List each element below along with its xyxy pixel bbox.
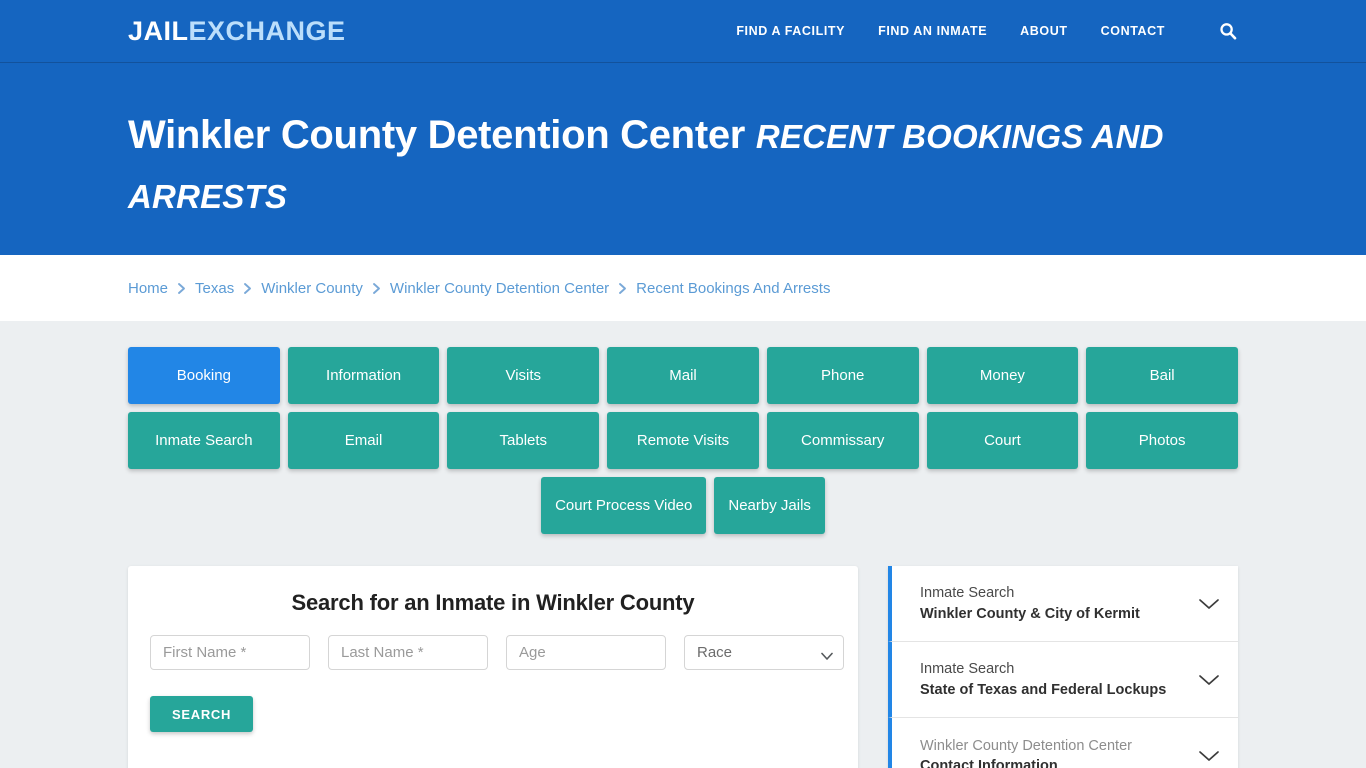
breadcrumb-separator-icon xyxy=(243,282,252,295)
site-logo[interactable]: JAILEXCHANGE xyxy=(128,16,346,47)
accordion-item-text: Inmate Search Winkler County & City of K… xyxy=(920,583,1188,624)
breadcrumb-item-facility[interactable]: Winkler County Detention Center xyxy=(390,280,609,297)
chevron-down-icon[interactable] xyxy=(1198,597,1220,611)
breadcrumb-bar: Home Texas Winkler County Winkler County… xyxy=(0,255,1366,321)
accordion-line-2: State of Texas and Federal Lockups xyxy=(920,681,1167,698)
accordion-line-2: Contact Information xyxy=(920,758,1058,768)
breadcrumb-item-winkler-county[interactable]: Winkler County xyxy=(261,280,363,297)
nav-item-find-an-inmate[interactable]: FIND AN INMATE xyxy=(878,24,987,38)
facility-tab-grid-row-3: Court Process Video Nearby Jails xyxy=(128,477,1238,534)
accordion-line-1: Inmate Search xyxy=(920,585,1015,601)
tab-remote-visits[interactable]: Remote Visits xyxy=(607,412,759,469)
nav-item-find-a-facility[interactable]: FIND A FACILITY xyxy=(736,24,845,38)
top-navigation-bar: JAILEXCHANGE FIND A FACILITY FIND AN INM… xyxy=(0,0,1366,63)
breadcrumb-item-current[interactable]: Recent Bookings And Arrests xyxy=(636,280,830,297)
tab-inmate-search[interactable]: Inmate Search xyxy=(128,412,280,469)
page-title: Winkler County Detention Center RECENT B… xyxy=(128,105,1238,225)
inmate-search-card: Search for an Inmate in Winkler County R… xyxy=(128,566,858,768)
content-columns: Search for an Inmate in Winkler County R… xyxy=(128,566,1238,768)
tab-tablets[interactable]: Tablets xyxy=(447,412,600,469)
inmate-search-heading: Search for an Inmate in Winkler County xyxy=(291,590,695,615)
race-select-wrapper: Race xyxy=(684,635,844,670)
accordion-line-1: Winkler County Detention Center xyxy=(920,737,1132,754)
breadcrumb: Home Texas Winkler County Winkler County… xyxy=(128,280,830,297)
page-body: Booking Information Visits Mail Phone Mo… xyxy=(0,321,1366,768)
first-name-input[interactable] xyxy=(150,635,310,670)
facility-tab-grid-row-2: Inmate Search Email Tablets Remote Visit… xyxy=(128,412,1238,469)
accordion-item-text: Winkler County Detention Center Contact … xyxy=(920,736,1188,768)
accordion-item-inmate-search-county[interactable]: Inmate Search Winkler County & City of K… xyxy=(888,566,1238,643)
logo-text-primary: JAIL xyxy=(128,15,189,46)
search-button[interactable]: SEARCH xyxy=(150,696,254,732)
accordion-item-text: Inmate Search State of Texas and Federal… xyxy=(920,659,1188,700)
tab-booking[interactable]: Booking xyxy=(128,347,280,404)
tab-photos[interactable]: Photos xyxy=(1086,412,1238,469)
race-select[interactable]: Race xyxy=(684,635,844,670)
search-icon[interactable] xyxy=(1218,21,1238,41)
tab-commissary[interactable]: Commissary xyxy=(766,412,919,469)
main-nav: FIND A FACILITY FIND AN INMATE ABOUT CON… xyxy=(736,21,1238,41)
tab-bail[interactable]: Bail xyxy=(1086,347,1238,404)
tab-court-process-video[interactable]: Court Process Video xyxy=(541,477,707,534)
nav-item-about[interactable]: ABOUT xyxy=(1020,24,1067,38)
breadcrumb-separator-icon xyxy=(372,282,381,295)
breadcrumb-separator-icon xyxy=(177,282,186,295)
accordion-line-1: Inmate Search xyxy=(920,661,1015,678)
tab-visits[interactable]: Visits xyxy=(447,347,600,404)
inmate-search-fields: Race xyxy=(150,635,844,670)
tab-court[interactable]: Court xyxy=(926,412,1079,469)
logo-text-secondary: EXCHANGE xyxy=(188,15,346,46)
page-title-main: Winkler County Detention Center xyxy=(128,113,746,157)
facility-tab-grid-row-1: Booking Information Visits Mail Phone Mo… xyxy=(128,347,1238,404)
accordion-item-inmate-search-state[interactable]: Inmate Search State of Texas and Federal… xyxy=(888,642,1238,719)
breadcrumb-item-texas[interactable]: Texas xyxy=(195,280,234,297)
chevron-down-icon[interactable] xyxy=(1198,749,1220,763)
tab-information[interactable]: Information xyxy=(287,347,440,404)
hero-banner: Winkler County Detention Center RECENT B… xyxy=(0,63,1366,255)
tab-nearby-jails[interactable]: Nearby Jails xyxy=(714,477,825,534)
tab-mail[interactable]: Mail xyxy=(607,347,759,404)
tab-email[interactable]: Email xyxy=(287,412,440,469)
sidebar-accordion: Inmate Search Winkler County & City of K… xyxy=(888,566,1238,768)
last-name-input[interactable] xyxy=(328,635,488,670)
age-input[interactable] xyxy=(506,635,666,670)
chevron-down-icon[interactable] xyxy=(1198,673,1220,687)
tab-money[interactable]: Money xyxy=(926,347,1079,404)
breadcrumb-item-home[interactable]: Home xyxy=(128,280,168,297)
accordion-line-2: Winkler County & City of Kermit xyxy=(920,605,1140,622)
nav-item-contact[interactable]: CONTACT xyxy=(1101,24,1165,38)
accordion-item-contact-information[interactable]: Winkler County Detention Center Contact … xyxy=(888,718,1238,768)
tab-phone[interactable]: Phone xyxy=(766,347,919,404)
breadcrumb-separator-icon xyxy=(618,282,627,295)
